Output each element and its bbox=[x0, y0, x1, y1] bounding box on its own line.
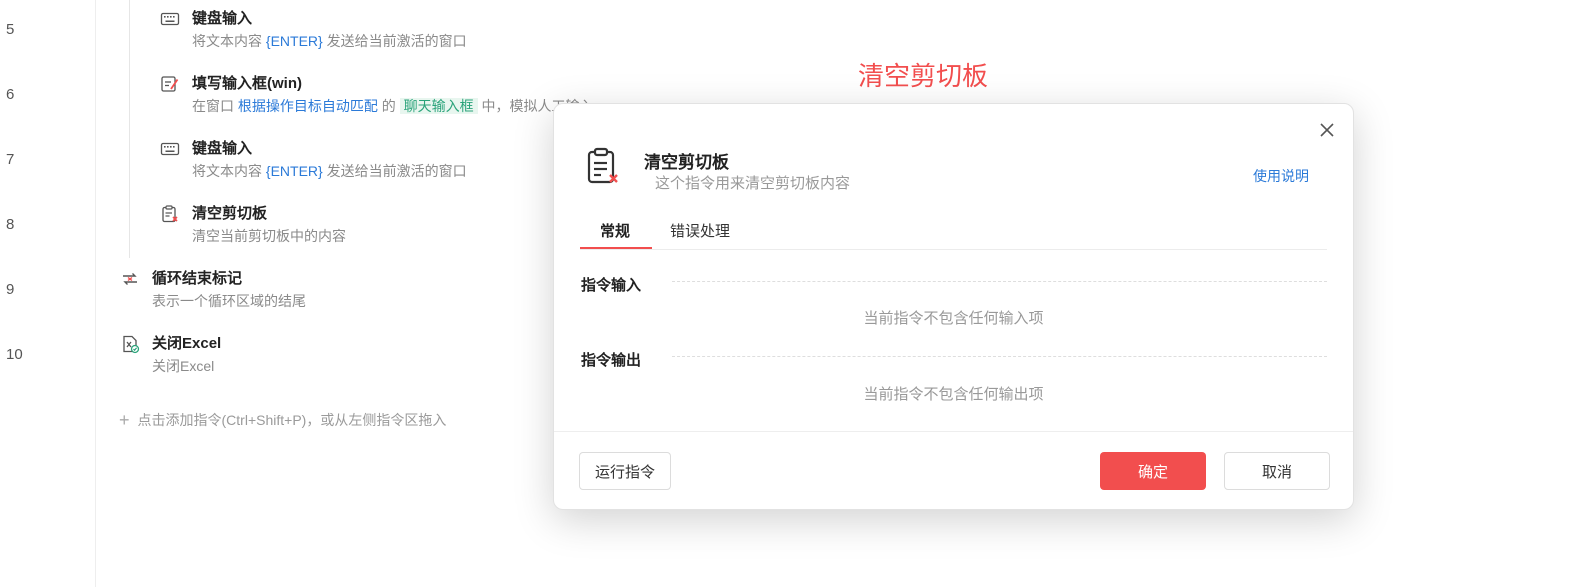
line-number: 6 bbox=[6, 86, 15, 103]
desc-token[interactable]: {ENTER} bbox=[266, 33, 323, 49]
run-command-button[interactable]: 运行指令 bbox=[579, 452, 671, 490]
close-icon[interactable] bbox=[1317, 120, 1337, 140]
line-number: 8 bbox=[6, 216, 15, 233]
keyboard-icon bbox=[160, 142, 180, 156]
step-title: 关闭Excel bbox=[152, 335, 222, 352]
dialog-title: 清空剪切板 bbox=[644, 153, 729, 172]
plus-icon: + bbox=[119, 410, 130, 430]
line-number: 9 bbox=[6, 281, 15, 298]
step-close-excel[interactable]: 关闭Excel 关闭Excel bbox=[120, 332, 520, 382]
add-command-text: 点击添加指令(Ctrl+Shift+P)，或从左侧指令区拖入 bbox=[137, 412, 447, 428]
output-empty-text: 当前指令不包含任何输出项 bbox=[863, 386, 1044, 403]
step-description: 表示一个循环区域的结尾 bbox=[152, 291, 306, 311]
step-title: 循环结束标记 bbox=[152, 270, 243, 287]
close-excel-icon bbox=[123, 335, 140, 354]
input-section-label: 指令输入 bbox=[581, 277, 642, 294]
step-title: 键盘输入 bbox=[192, 10, 253, 27]
desc-text: 的 bbox=[377, 98, 400, 114]
dialog-subtitle: 这个指令用来清空剪切板内容 bbox=[655, 175, 851, 192]
desc-text: 将文本内容 bbox=[192, 33, 266, 49]
loop-end-icon bbox=[123, 273, 137, 285]
clear-clipboard-icon bbox=[587, 147, 618, 184]
step-keyboard-input[interactable]: 键盘输入 将文本内容 {ENTER} 发送给当前激活的窗口 bbox=[160, 7, 720, 57]
help-link[interactable]: 使用说明 bbox=[1253, 166, 1309, 186]
input-empty-text: 当前指令不包含任何输入项 bbox=[863, 310, 1044, 327]
desc-text: 将文本内容 bbox=[192, 163, 266, 179]
line-number: 10 bbox=[6, 346, 23, 363]
step-description: 将文本内容 {ENTER} 发送给当前激活的窗口 bbox=[192, 31, 467, 51]
dialog-tabs: 常规 错误处理 bbox=[580, 214, 1327, 250]
cancel-button[interactable]: 取消 bbox=[1224, 452, 1330, 490]
active-tab-indicator bbox=[580, 247, 652, 249]
tab-error-handling[interactable]: 错误处理 bbox=[670, 220, 730, 241]
confirm-button[interactable]: 确定 bbox=[1100, 452, 1206, 490]
desc-text: 表示一个循环区域的结尾 bbox=[152, 293, 306, 309]
step-description: 将文本内容 {ENTER} 发送给当前激活的窗口 bbox=[192, 161, 467, 181]
step-description: 关闭Excel bbox=[152, 356, 214, 376]
dialog-footer-divider bbox=[554, 431, 1353, 432]
section-divider bbox=[672, 356, 1327, 357]
command-dialog: 清空剪切板 这个指令用来清空剪切板内容 使用说明 常规 错误处理 指令输入 当前… bbox=[553, 103, 1354, 510]
loop-indent-guide bbox=[129, 0, 130, 258]
output-section-label: 指令输出 bbox=[581, 352, 642, 369]
overlay-caption: 清空剪切板 bbox=[858, 61, 989, 91]
line-number: 5 bbox=[6, 21, 15, 38]
step-title: 填写输入框(win) bbox=[192, 75, 302, 92]
keyboard-icon bbox=[160, 12, 180, 26]
step-clear-clipboard[interactable]: 清空剪切板 清空当前剪切板中的内容 bbox=[160, 202, 560, 252]
line-number: 7 bbox=[6, 151, 15, 168]
step-description: 清空当前剪切板中的内容 bbox=[192, 226, 346, 246]
desc-text: 发送给当前激活的窗口 bbox=[322, 163, 467, 179]
tab-general[interactable]: 常规 bbox=[600, 220, 630, 241]
line-number-gutter: 5 6 7 8 9 10 bbox=[0, 0, 96, 587]
step-title: 清空剪切板 bbox=[192, 205, 268, 222]
desc-text: 清空当前剪切板中的内容 bbox=[192, 228, 346, 244]
step-title: 键盘输入 bbox=[192, 140, 253, 157]
desc-text: 发送给当前激活的窗口 bbox=[322, 33, 467, 49]
desc-element-token[interactable]: 聊天输入框 bbox=[399, 98, 478, 114]
step-loop-end[interactable]: 循环结束标记 表示一个循环区域的结尾 bbox=[120, 267, 520, 317]
desc-text: 关闭Excel bbox=[152, 358, 215, 374]
add-command-hint[interactable]: + 点击添加指令(Ctrl+Shift+P)，或从左侧指令区拖入 bbox=[119, 410, 446, 431]
desc-token[interactable]: 根据操作目标自动匹配 bbox=[238, 98, 378, 114]
section-divider bbox=[672, 281, 1327, 282]
desc-token[interactable]: {ENTER} bbox=[266, 163, 323, 179]
clear-clipboard-icon bbox=[162, 205, 178, 223]
fill-input-icon bbox=[161, 76, 179, 92]
step-description: 在窗口 根据操作目标自动匹配 的 聊天输入框 中，模拟人工输入 bbox=[192, 96, 594, 116]
desc-text: 在窗口 bbox=[192, 98, 238, 114]
